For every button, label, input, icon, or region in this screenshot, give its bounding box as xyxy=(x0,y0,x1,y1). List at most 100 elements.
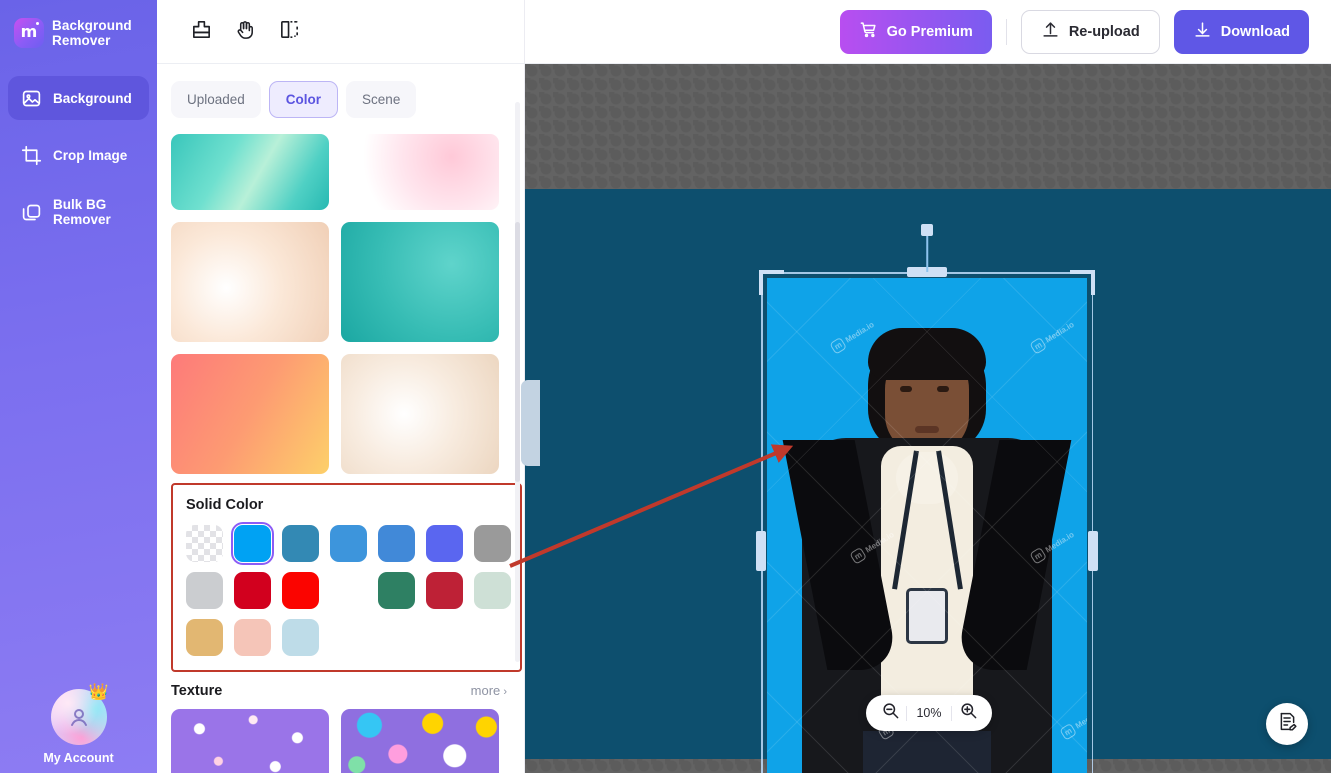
swatch-pale-blue[interactable] xyxy=(282,619,319,656)
brand-logo-dot xyxy=(36,22,39,25)
swatch-forest-green[interactable] xyxy=(378,572,415,609)
background-thumbnail-beige-cloud[interactable] xyxy=(341,354,499,474)
swatch-dark-red[interactable] xyxy=(426,572,463,609)
download-label: Download xyxy=(1220,23,1290,40)
canvas-stage: m Media.io m Media.io m Media.io m Media.io … xyxy=(525,189,1331,773)
zoom-in-button[interactable] xyxy=(952,697,984,729)
backgrounds-panel: Uploaded Color Scene Solid Color Texture… xyxy=(157,0,525,773)
selection-edge-top xyxy=(761,272,1093,274)
upload-icon xyxy=(1041,20,1060,43)
go-premium-button[interactable]: Go Premium xyxy=(839,9,992,54)
my-account[interactable]: 👑 My Account xyxy=(0,685,157,766)
texture-thumbnail-purple-floral[interactable] xyxy=(171,709,329,773)
background-thumbnail-teal-swirl[interactable] xyxy=(171,134,329,210)
solid-color-section: Solid Color xyxy=(171,483,522,672)
texture-more-label: more xyxy=(470,683,501,698)
swatch-salmon[interactable] xyxy=(234,619,271,656)
brand: m Background Remover xyxy=(0,0,157,48)
selection-handle-right[interactable] xyxy=(1088,530,1098,571)
selection-edge-left xyxy=(761,272,763,773)
sidebar-item-bulk-bg-remover-label: Bulk BG Remover xyxy=(53,197,111,227)
panel-scrollbar-thumb[interactable] xyxy=(515,222,520,482)
solid-color-row-2 xyxy=(173,572,520,609)
eye-right xyxy=(937,386,949,392)
mouth-shape xyxy=(915,426,939,433)
feedback-note-icon xyxy=(1277,711,1298,737)
crop-icon xyxy=(21,145,42,166)
brand-title: Background Remover xyxy=(52,18,132,48)
swatch-cobalt-blue[interactable] xyxy=(378,525,415,562)
texture-more-link[interactable]: more › xyxy=(471,683,507,698)
panel-scrollbar[interactable] xyxy=(515,102,520,662)
avatar[interactable]: 👑 xyxy=(50,685,109,745)
zoom-level-value[interactable]: 10% xyxy=(907,706,951,720)
swatch-steel-blue[interactable] xyxy=(282,525,319,562)
sidebar-item-crop-image[interactable]: Crop Image xyxy=(8,133,149,177)
swatch-tan[interactable] xyxy=(186,619,223,656)
cart-icon xyxy=(859,20,878,43)
go-premium-label: Go Premium xyxy=(886,23,973,40)
reupload-label: Re-upload xyxy=(1068,23,1140,40)
brand-title-line1: Background xyxy=(52,18,132,33)
bow-tie-shape xyxy=(896,452,958,504)
panel-tabs: Uploaded Color Scene xyxy=(157,64,524,118)
swatch-gray[interactable] xyxy=(474,525,511,562)
swatch-crimson[interactable] xyxy=(234,572,271,609)
swatch-red[interactable] xyxy=(282,572,319,609)
canvas-area[interactable]: m Media.io m Media.io m Media.io m Media.io … xyxy=(525,64,1331,773)
swatch-mint[interactable] xyxy=(474,572,511,609)
background-thumbnail-grid xyxy=(157,118,524,474)
brand-logo-icon: m xyxy=(14,18,44,48)
split-compare-icon xyxy=(278,18,301,46)
solid-color-title: Solid Color xyxy=(186,497,264,513)
eye-left xyxy=(900,386,912,392)
rotation-handle[interactable] xyxy=(921,224,933,236)
header-divider xyxy=(1005,18,1007,45)
background-thumbnail-teal-bokeh[interactable] xyxy=(341,222,499,342)
tab-color[interactable]: Color xyxy=(268,81,339,118)
canvas-toolbar xyxy=(157,0,524,64)
texture-header: Texture more › xyxy=(157,672,524,699)
zoom-out-button[interactable] xyxy=(874,697,906,729)
layers-icon xyxy=(21,202,42,223)
sidebar-item-crop-image-label: Crop Image xyxy=(53,147,128,163)
solid-color-row-1 xyxy=(173,522,520,565)
swatch-transparent[interactable] xyxy=(186,525,223,562)
crown-icon: 👑 xyxy=(88,684,109,701)
solid-color-row-3 xyxy=(173,619,520,656)
id-badge xyxy=(906,588,948,644)
selection-handle-top[interactable] xyxy=(907,267,947,277)
hand-icon xyxy=(234,18,257,46)
sidebar-nav: Background Crop Image Bulk BG Remover xyxy=(0,76,157,247)
swatch-indigo-blue[interactable] xyxy=(426,525,463,562)
reupload-button[interactable]: Re-upload xyxy=(1020,9,1160,54)
background-thumbnail-peach-cloud[interactable] xyxy=(171,222,329,342)
app-root: m Background Remover Background Crop Ima… xyxy=(0,0,1331,773)
tab-uploaded[interactable]: Uploaded xyxy=(171,81,261,118)
panel-collapse-handle[interactable] xyxy=(521,380,540,466)
download-button[interactable]: Download xyxy=(1173,9,1309,54)
rotation-handle-stem xyxy=(926,234,928,272)
eraser-tool-button[interactable] xyxy=(184,15,218,49)
header-actions: Go Premium Re-upload Download xyxy=(525,0,1331,64)
sidebar-item-bulk-bg-remover[interactable]: Bulk BG Remover xyxy=(8,190,149,234)
zoom-out-icon xyxy=(881,701,900,725)
texture-title: Texture xyxy=(171,683,223,699)
background-thumbnail-pink-blossom[interactable] xyxy=(341,134,499,210)
sidebar-item-background[interactable]: Background xyxy=(8,76,149,120)
swatch-sky-blue[interactable] xyxy=(330,525,367,562)
tab-scene[interactable]: Scene xyxy=(346,81,417,118)
feedback-button[interactable] xyxy=(1266,703,1308,745)
swatch-light-gray[interactable] xyxy=(186,572,223,609)
pan-tool-button[interactable] xyxy=(228,15,262,49)
brand-logo-letter: m xyxy=(20,22,38,41)
swatch-bright-blue[interactable] xyxy=(231,522,274,565)
texture-thumbnail-colorful-floral[interactable] xyxy=(341,709,499,773)
selection-edge-right xyxy=(1091,272,1093,773)
hair-front-shape xyxy=(868,328,986,380)
panel-body: Uploaded Color Scene Solid Color Texture… xyxy=(157,64,524,773)
compare-tool-button[interactable] xyxy=(272,15,306,49)
selection-handle-left[interactable] xyxy=(756,530,766,571)
image-icon xyxy=(21,88,42,109)
background-thumbnail-sunset-gradient[interactable] xyxy=(171,354,329,474)
